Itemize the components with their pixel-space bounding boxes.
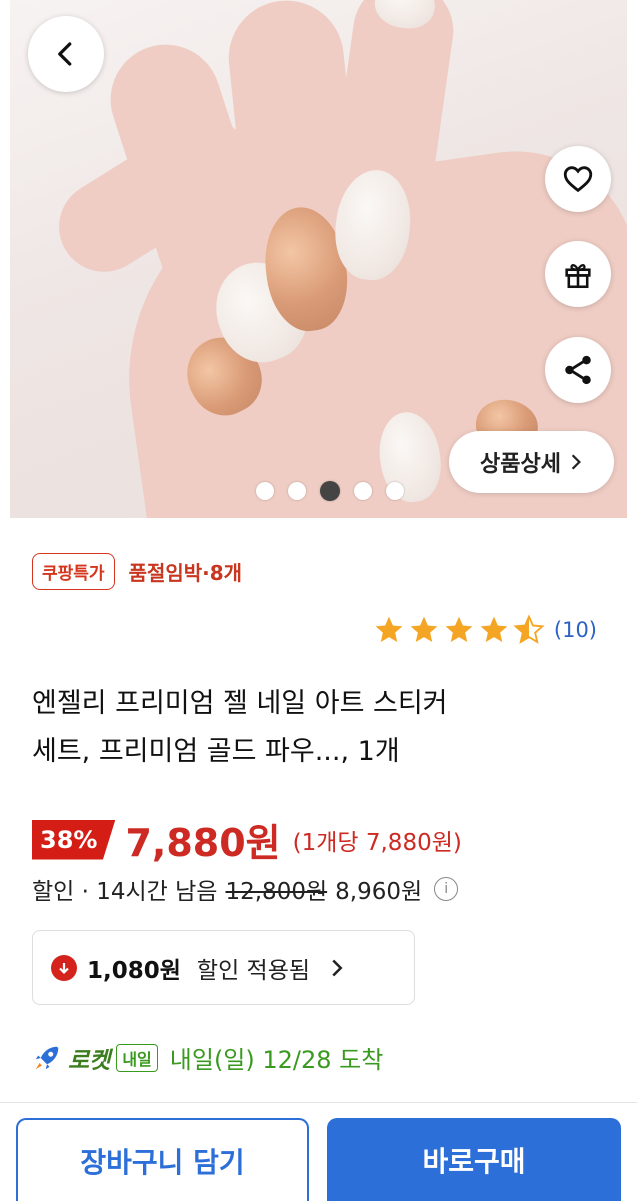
carousel-dot[interactable]: [256, 482, 274, 500]
coupang-special-badge: 쿠팡특가: [32, 553, 115, 590]
star-full-icon: [375, 616, 403, 642]
star-full-icon: [410, 616, 438, 642]
buy-now-button[interactable]: 바로구매: [327, 1118, 621, 1201]
unit-price: (1개당 7,880원): [292, 829, 462, 856]
product-detail-button[interactable]: 상품상세: [449, 431, 614, 493]
product-detail-label: 상품상세: [480, 452, 561, 477]
sale-price: 7,880원: [125, 821, 281, 865]
arrow-down-icon: [51, 954, 77, 981]
info-icon[interactable]: i: [434, 877, 459, 901]
chevron-right-icon: [332, 959, 343, 976]
chevron-left-icon: [58, 42, 72, 66]
star-full-icon: [445, 616, 473, 642]
discount-timer: 할인 · 14시간 남음: [32, 879, 218, 905]
gift-icon: [565, 264, 591, 289]
share-button[interactable]: [545, 337, 611, 403]
rocket-icon: [35, 1046, 59, 1069]
carousel-dot-active[interactable]: [320, 481, 340, 501]
price-row: 38% 7,880원 (1개당 7,880원): [32, 812, 462, 867]
star-half-icon: [513, 614, 545, 644]
product-title-line2: 세트, 프리미엄 골드 파우..., 1개: [32, 736, 400, 767]
rating-summary[interactable]: (10): [373, 614, 597, 646]
product-title-line1: 엔젤리 프리미엄 젤 네일 아트 스티커: [32, 688, 448, 719]
carousel-indicator: [256, 481, 404, 501]
coupon-discount-box[interactable]: 1,080원 할인 적용됨: [32, 930, 415, 1005]
add-to-cart-button[interactable]: 장바구니 담기: [16, 1118, 309, 1201]
chevron-right-icon: [571, 454, 581, 470]
stock-warning: 품절임박·8개: [128, 561, 243, 585]
back-button[interactable]: [28, 16, 104, 92]
star-full-icon: [480, 616, 508, 642]
badge-row: 쿠팡특가 품절임박·8개: [32, 553, 242, 590]
rocket-delivery-row: 로켓 내일 내일(일) 12/28 도착: [32, 1040, 383, 1075]
product-title: 엔젤리 프리미엄 젤 네일 아트 스티커 세트, 프리미엄 골드 파우..., …: [32, 680, 592, 776]
gift-button[interactable]: [545, 241, 611, 307]
discount-info-row: 할인 · 14시간 남음 12,800원 8,960원 i: [32, 872, 459, 906]
product-image-carousel[interactable]: 상품상세: [10, 0, 627, 518]
bottom-action-bar: 장바구니 담기 바로구매: [0, 1102, 637, 1201]
heart-icon: [563, 166, 593, 193]
carousel-dot[interactable]: [354, 482, 372, 500]
carousel-dot[interactable]: [386, 482, 404, 500]
review-count[interactable]: (10): [554, 618, 597, 642]
original-price: 12,800원: [225, 879, 328, 905]
share-icon: [565, 355, 591, 385]
discount-rate-badge: 38%: [32, 819, 116, 860]
arrival-date: 내일(일) 12/28 도착: [169, 1046, 384, 1074]
instant-price: 8,960원: [335, 879, 423, 905]
tomorrow-badge: 내일: [116, 1043, 158, 1072]
carousel-dot[interactable]: [288, 482, 306, 500]
rocket-label: 로켓: [68, 1047, 111, 1074]
coupon-amount: 1,080원: [87, 957, 181, 984]
wishlist-button[interactable]: [545, 146, 611, 212]
coupon-text: 할인 적용됨: [196, 957, 311, 984]
